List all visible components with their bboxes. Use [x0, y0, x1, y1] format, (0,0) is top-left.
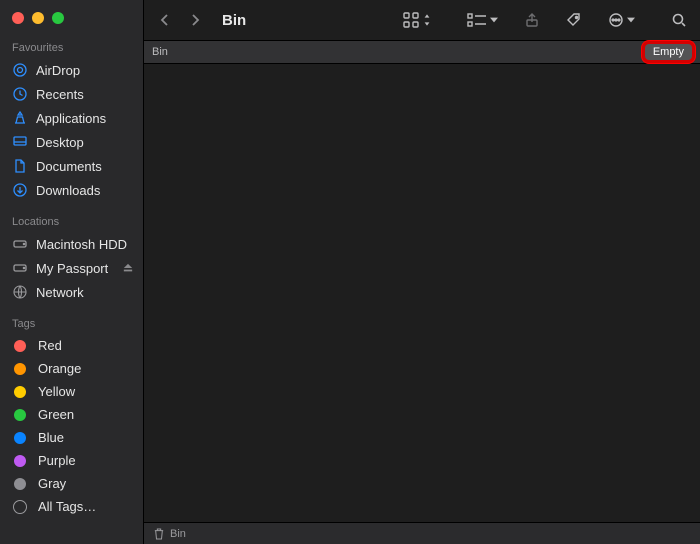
search-button[interactable] — [668, 12, 690, 28]
status-bar: Bin — [144, 522, 700, 544]
window-controls — [0, 8, 143, 38]
sidebar-item-label: Purple — [38, 453, 76, 468]
path-location: Bin — [152, 46, 168, 58]
sidebar-item-label: AirDrop — [36, 63, 80, 78]
download-icon — [12, 182, 28, 198]
sidebar-tag-orange[interactable]: Orange — [0, 357, 143, 380]
sidebar-item-label: Red — [38, 338, 62, 353]
sidebar: Favourites AirDrop Recents Applications … — [0, 0, 144, 544]
sidebar-item-label: Gray — [38, 476, 66, 491]
sidebar-item-label: All Tags… — [38, 499, 96, 514]
view-mode-button[interactable] — [399, 11, 434, 29]
hdd-icon — [12, 236, 28, 252]
status-path: Bin — [170, 528, 186, 540]
sidebar-tag-purple[interactable]: Purple — [0, 449, 143, 472]
sidebar-tag-blue[interactable]: Blue — [0, 426, 143, 449]
sidebar-item-label: Orange — [38, 361, 81, 376]
globe-icon — [12, 284, 28, 300]
minimize-window-button[interactable] — [32, 12, 44, 24]
airdrop-icon — [12, 62, 28, 78]
forward-button[interactable] — [188, 13, 202, 27]
sidebar-item-network[interactable]: Network — [0, 280, 143, 304]
sidebar-item-label: Desktop — [36, 135, 84, 150]
all-tags-icon — [13, 500, 27, 514]
share-button[interactable] — [521, 12, 543, 28]
tag-dot-icon — [14, 432, 26, 444]
sidebar-item-label: Applications — [36, 111, 106, 126]
hdd-icon — [12, 260, 28, 276]
sidebar-item-label: Network — [36, 285, 84, 300]
tag-dot-icon — [14, 340, 26, 352]
sidebar-section-tags: Tags — [0, 314, 143, 334]
eject-icon[interactable] — [123, 263, 133, 273]
sidebar-item-macintosh-hdd[interactable]: Macintosh HDD — [0, 232, 143, 256]
sidebar-item-label: Green — [38, 407, 74, 422]
sidebar-section-locations: Locations — [0, 212, 143, 232]
sidebar-item-label: Documents — [36, 159, 102, 174]
tags-button[interactable] — [563, 12, 585, 28]
tag-dot-icon — [14, 478, 26, 490]
back-button[interactable] — [158, 13, 172, 27]
tag-dot-icon — [14, 363, 26, 375]
sidebar-item-my-passport[interactable]: My Passport — [0, 256, 143, 280]
document-icon — [12, 158, 28, 174]
sidebar-item-label: Recents — [36, 87, 84, 102]
apps-icon — [12, 110, 28, 126]
sidebar-tag-all[interactable]: All Tags… — [0, 495, 143, 518]
sidebar-item-label: Yellow — [38, 384, 75, 399]
tag-dot-icon — [14, 409, 26, 421]
sidebar-tag-yellow[interactable]: Yellow — [0, 380, 143, 403]
tag-dot-icon — [14, 455, 26, 467]
sidebar-tag-green[interactable]: Green — [0, 403, 143, 426]
close-window-button[interactable] — [12, 12, 24, 24]
clock-icon — [12, 86, 28, 102]
sidebar-item-label: My Passport — [36, 261, 108, 276]
action-menu-button[interactable] — [605, 12, 638, 28]
sidebar-tag-gray[interactable]: Gray — [0, 472, 143, 495]
path-bar: Bin Empty — [144, 40, 700, 64]
sidebar-item-label: Blue — [38, 430, 64, 445]
sidebar-tag-red[interactable]: Red — [0, 334, 143, 357]
sidebar-item-applications[interactable]: Applications — [0, 106, 143, 130]
sidebar-item-airdrop[interactable]: AirDrop — [0, 58, 143, 82]
sidebar-section-favourites: Favourites — [0, 38, 143, 58]
trash-icon — [154, 528, 164, 540]
sidebar-item-label: Macintosh HDD — [36, 237, 127, 252]
sidebar-item-documents[interactable]: Documents — [0, 154, 143, 178]
folder-content-area[interactable] — [144, 64, 700, 522]
window-title: Bin — [222, 12, 246, 29]
group-button[interactable] — [464, 13, 501, 27]
empty-trash-button[interactable]: Empty — [645, 44, 692, 60]
zoom-window-button[interactable] — [52, 12, 64, 24]
main-area: Bin Bin Empty — [144, 0, 700, 544]
tag-dot-icon — [14, 386, 26, 398]
sidebar-item-downloads[interactable]: Downloads — [0, 178, 143, 202]
sidebar-item-recents[interactable]: Recents — [0, 82, 143, 106]
sidebar-item-label: Downloads — [36, 183, 100, 198]
toolbar: Bin — [144, 0, 700, 40]
sidebar-item-desktop[interactable]: Desktop — [0, 130, 143, 154]
desktop-icon — [12, 134, 28, 150]
